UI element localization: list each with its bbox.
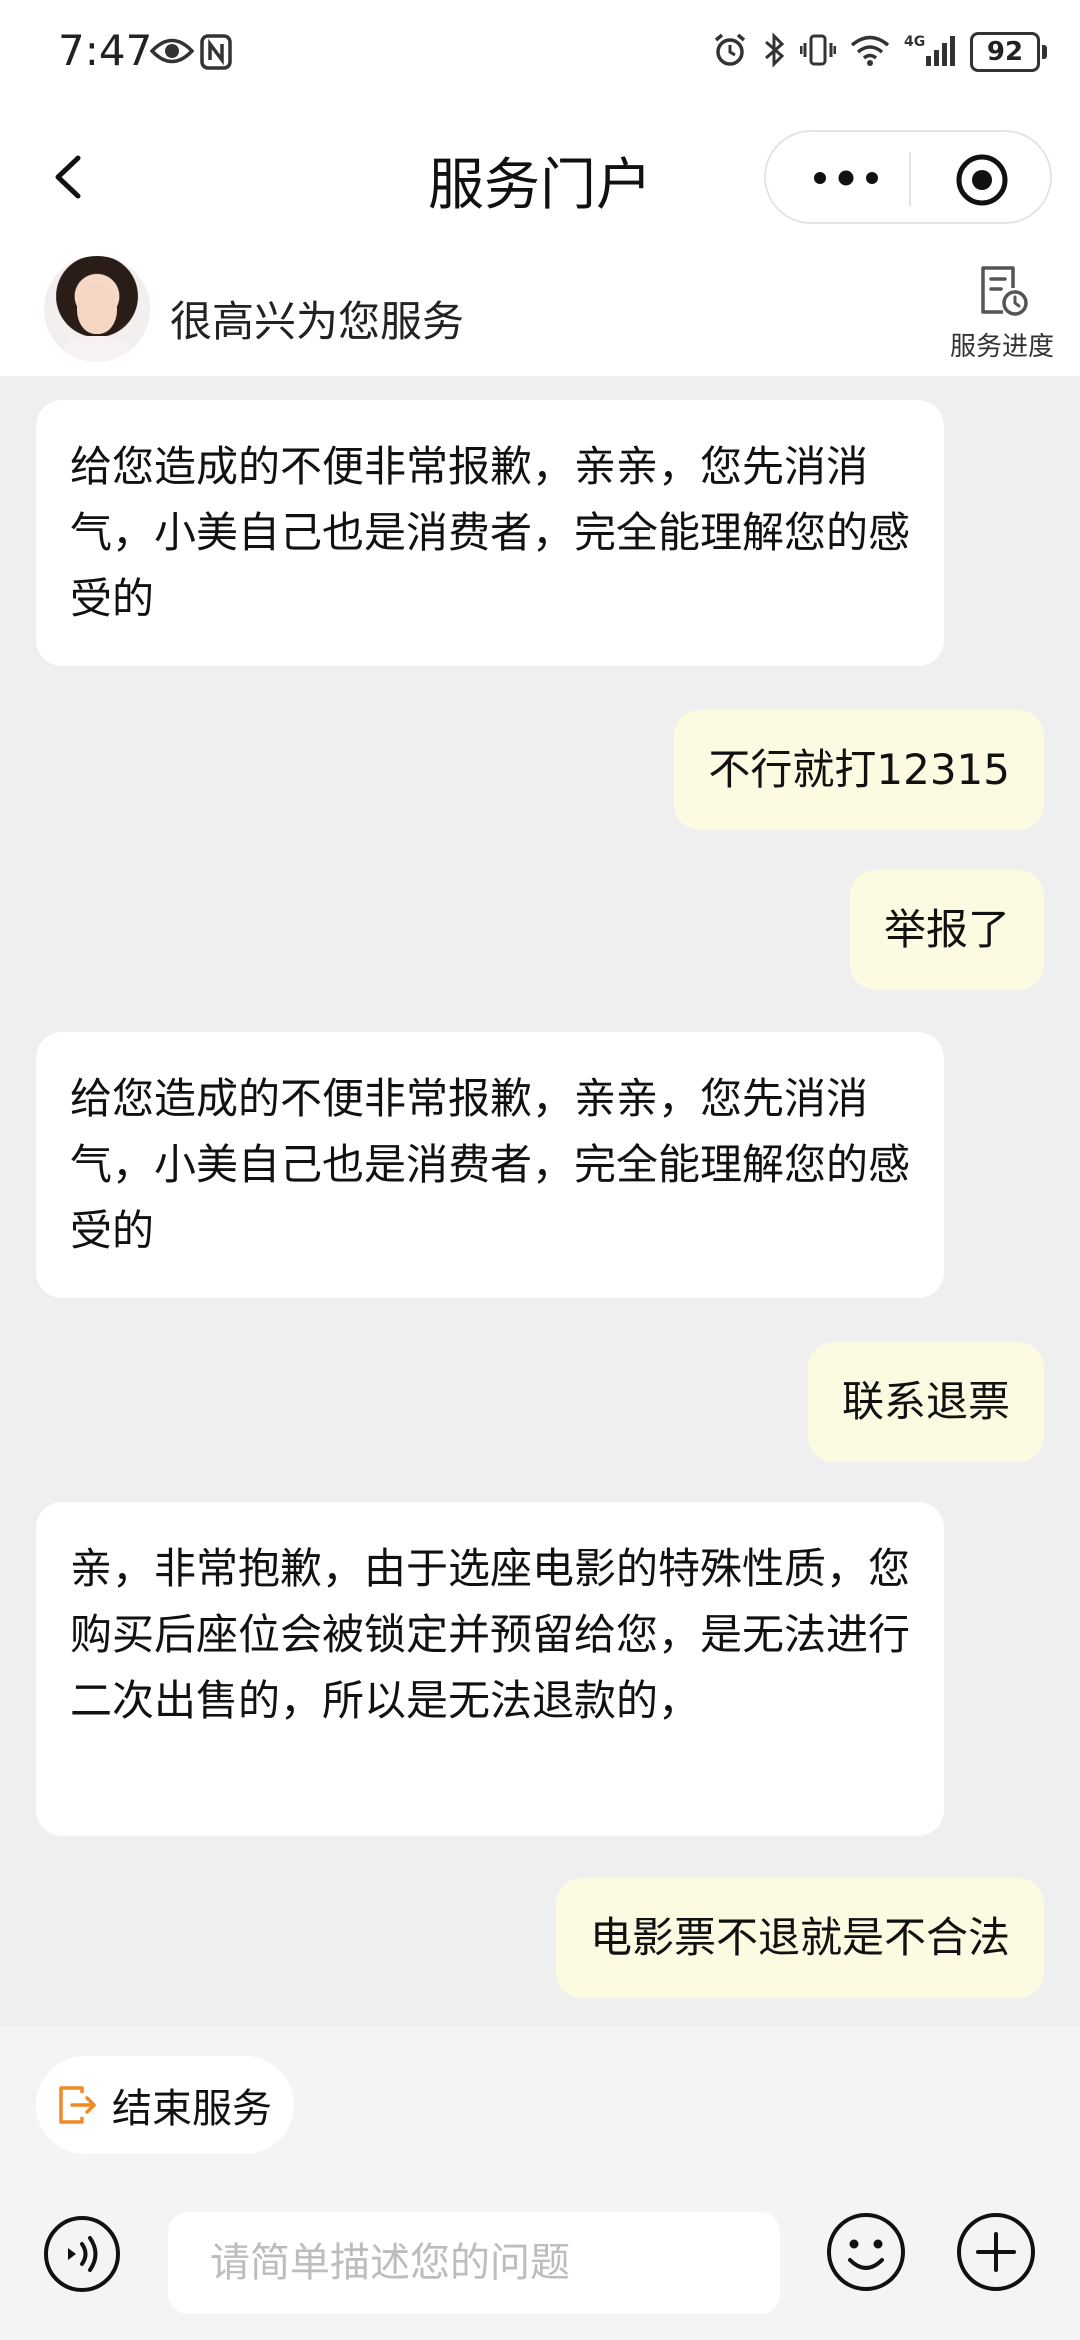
status-icons: 4G 92 — [712, 32, 1047, 72]
user-message: 电影票不退就是不合法 — [555, 1878, 1044, 1998]
plus-button[interactable] — [954, 2210, 1038, 2294]
service-progress-button[interactable]: 服务进度 — [946, 262, 1058, 363]
emoji-button[interactable] — [824, 2210, 908, 2294]
end-service-button[interactable]: 结束服务 — [36, 2056, 294, 2154]
status-bar: 7:47 4G 92 — [0, 0, 1080, 106]
agent-message: 给您造成的不便非常报歉，亲亲，您先消消气，小美自己也是消费者，完全能理解您的感受… — [36, 1032, 944, 1298]
agent-greeting: 很高兴为您服务 — [170, 297, 465, 346]
message-input[interactable] — [168, 2212, 780, 2314]
agent-message: 给您造成的不便非常报歉，亲亲，您先消消气，小美自己也是消费者，完全能理解您的感受… — [36, 400, 944, 666]
mini-program-capsule — [764, 130, 1052, 224]
plus-icon — [957, 2213, 1035, 2291]
more-dots-icon — [814, 170, 878, 186]
service-progress-icon — [981, 266, 1028, 316]
avatar-face — [77, 282, 117, 334]
service-progress-label: 服务进度 — [949, 332, 1054, 362]
user-message: 举报了 — [849, 870, 1044, 990]
close-mini-program-button[interactable] — [954, 152, 1010, 208]
eye-icon — [149, 36, 195, 70]
voice-button[interactable] — [42, 2214, 122, 2294]
voice-icon — [44, 2216, 120, 2292]
user-message: 联系退票 — [807, 1342, 1044, 1462]
nfc-icon — [200, 34, 232, 74]
avatar[interactable] — [44, 256, 150, 362]
battery-indicator: 92 — [970, 32, 1047, 72]
wifi-icon — [850, 34, 890, 70]
bluetooth-icon — [762, 32, 786, 72]
user-message: 不行就打12315 — [674, 710, 1044, 830]
bottom-panel: 结束服务 — [0, 2026, 1080, 2340]
signal-icon: 4G — [904, 32, 956, 72]
end-service-label: 结束服务 — [112, 2086, 272, 2132]
alarm-icon — [712, 32, 748, 72]
chat-area[interactable]: 给您造成的不便非常报歉，亲亲，您先消消气，小美自己也是消费者，完全能理解您的感受… — [0, 376, 1080, 2026]
exit-icon — [59, 2086, 96, 2124]
vibrate-icon — [799, 32, 837, 72]
agent-header: 很高兴为您服务 服务进度 — [0, 248, 1080, 376]
nav-bar: 服务门户 — [0, 106, 1080, 248]
status-time: 7:47 — [58, 26, 153, 75]
capsule-divider — [909, 152, 911, 206]
emoji-icon — [827, 2213, 905, 2291]
avatar-shirt — [62, 336, 132, 362]
more-button[interactable] — [806, 160, 886, 196]
agent-message: 亲，非常抱歉，由于选座电影的特殊性质，您购买后座位会被锁定并预留给您，是无法进行… — [36, 1502, 944, 1836]
target-icon — [956, 154, 1008, 206]
svg-text:4G: 4G — [904, 34, 925, 50]
